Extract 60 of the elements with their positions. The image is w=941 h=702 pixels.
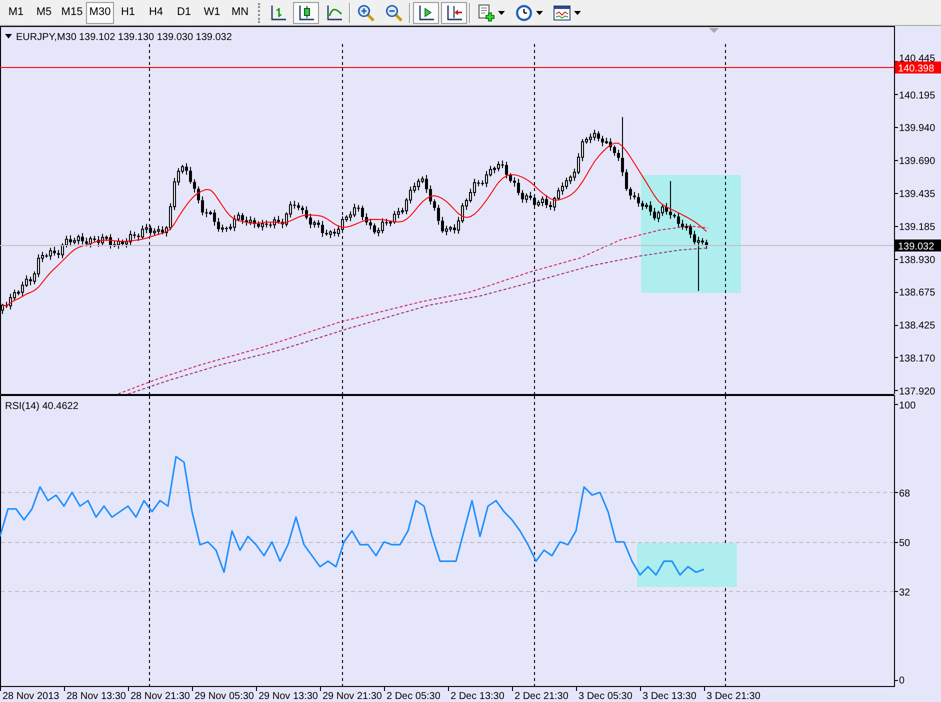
time-label: 28 Nov 2013 [2, 691, 60, 702]
price-label: 137.920 [899, 386, 936, 398]
timeframe-button[interactable]: H1 [114, 2, 142, 24]
timeframe-button[interactable]: D1 [170, 2, 198, 24]
zoom-out-icon [385, 4, 403, 22]
auto-scroll-button[interactable] [441, 2, 467, 24]
price-level-label: 140.398 [895, 62, 941, 74]
rsi-axis-label: 50 [899, 538, 910, 549]
price-label: 139.690 [899, 156, 936, 168]
candlestick-icon [297, 4, 315, 22]
time-label: 28 Nov 21:30 [130, 691, 190, 702]
ohlc-values: 139.102 139.130 139.030 139.032 [79, 32, 232, 43]
timeframe-button[interactable]: W1 [198, 2, 226, 24]
time-label: 3 Dec 05:30 [578, 691, 632, 702]
symbol-label: EURJPY,M30 [16, 32, 76, 43]
time-label: 29 Nov 13:30 [258, 691, 318, 702]
time-label: 28 Nov 13:30 [66, 691, 126, 702]
price-label: 140.195 [899, 90, 936, 102]
axes-arrow-icon [445, 4, 463, 22]
rsi-axis-label: 68 [899, 488, 910, 500]
time-label: 2 Dec 21:30 [514, 691, 568, 702]
price-label: 138.930 [899, 254, 936, 266]
time-label: 3 Dec 13:30 [642, 691, 696, 702]
bar-chart-icon [269, 4, 287, 22]
caret-icon [536, 10, 543, 14]
caret-icon [574, 10, 581, 14]
rsi-axis-label: 0 [899, 676, 905, 687]
time-label: 2 Dec 05:30 [386, 691, 440, 702]
document-plus-icon [477, 4, 495, 22]
line-chart-icon [325, 4, 343, 22]
caret-icon [498, 10, 505, 14]
price-label: 138.170 [899, 354, 936, 364]
time-label: 29 Nov 21:30 [322, 691, 382, 702]
timeframe-button[interactable]: M15 [58, 2, 86, 24]
price-label: 139.435 [899, 189, 936, 200]
bid-price-label: 139.032 [895, 240, 941, 252]
rsi-axis-label: 100 [899, 400, 916, 412]
timeframe-button[interactable]: MN [226, 2, 254, 24]
time-label: 3 Dec 21:30 [706, 691, 760, 702]
candlestick-button[interactable] [293, 2, 319, 24]
zoom-in-icon [357, 4, 375, 22]
price-label: 139.940 [899, 123, 936, 134]
price-label: 140.445 [899, 54, 936, 64]
indicator-label: RSI(14) 40.4622 [5, 401, 78, 412]
price-label: 138.425 [899, 320, 936, 332]
chart-shift-button[interactable] [413, 2, 439, 24]
rsi-axis-label: 32 [899, 587, 910, 598]
price-label: 138.675 [899, 288, 936, 299]
price-label: 139.185 [899, 222, 936, 233]
timeframe-button[interactable]: M30 [86, 2, 114, 24]
caret-icon[interactable] [5, 34, 12, 38]
time-label: 2 Dec 13:30 [450, 691, 504, 702]
timeframe-button[interactable]: M1 [2, 2, 30, 24]
timeframe-button[interactable]: H4 [142, 2, 170, 24]
time-label: 29 Nov 05:30 [194, 691, 254, 702]
clock-icon [515, 4, 533, 22]
chart-window-icon [553, 4, 571, 22]
shift-marker-icon[interactable] [709, 28, 719, 33]
axes-triangle-icon [417, 4, 435, 22]
timeframe-button[interactable]: M5 [30, 2, 58, 24]
